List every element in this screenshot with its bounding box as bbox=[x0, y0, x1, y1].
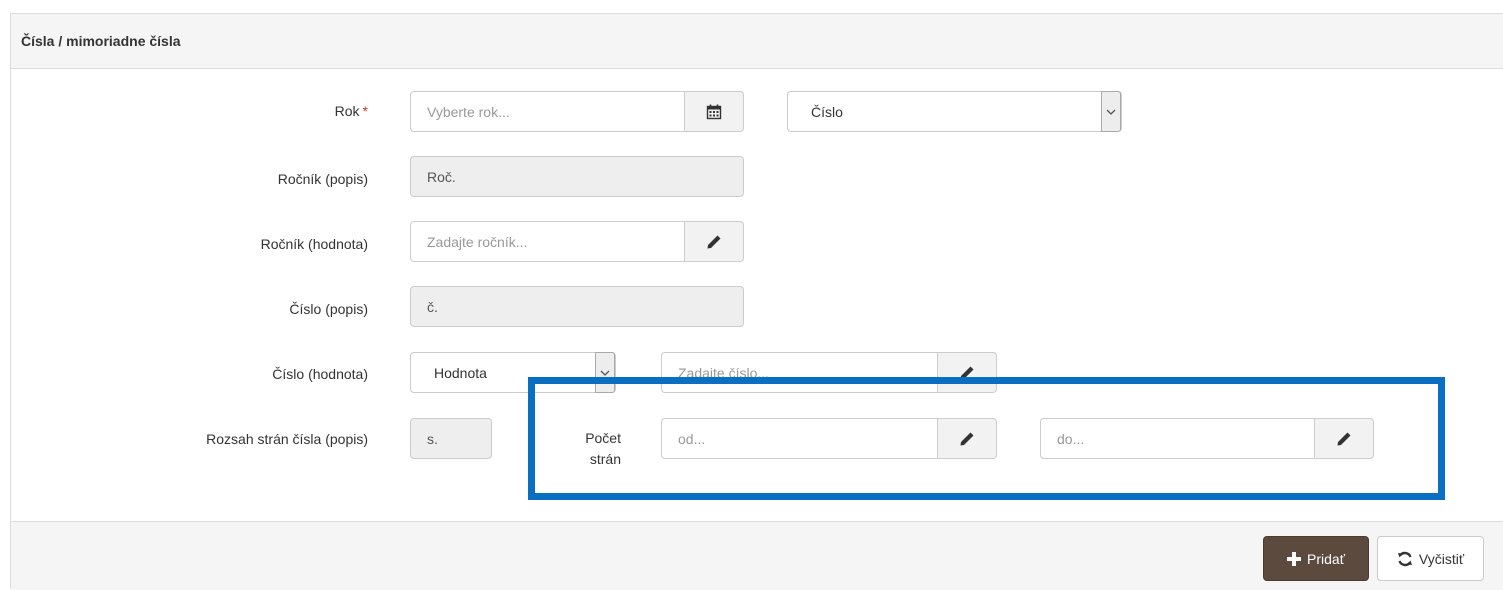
rocnik-input[interactable] bbox=[410, 221, 685, 262]
pocet-label-line2: strán bbox=[589, 451, 621, 467]
cislo-popis-field: č. bbox=[410, 286, 744, 327]
cislo-popis-value: č. bbox=[427, 298, 438, 315]
pencil-icon bbox=[1336, 431, 1352, 447]
cislo-edit-button[interactable] bbox=[937, 352, 997, 393]
rok-label-text: Rok bbox=[334, 103, 360, 119]
pages-from-input[interactable] bbox=[661, 418, 938, 459]
cislo-popis-label: Číslo (popis) bbox=[289, 301, 368, 317]
pages-to-edit-button[interactable] bbox=[1314, 418, 1374, 459]
pencil-icon bbox=[706, 234, 722, 250]
chevron-down-icon bbox=[1101, 91, 1121, 132]
pages-to-input[interactable] bbox=[1040, 418, 1315, 459]
cislo-hodnota-label: Číslo (hodnota) bbox=[272, 366, 368, 382]
required-mark: * bbox=[362, 103, 368, 119]
rocnik-popis-label: Ročník (popis) bbox=[277, 171, 368, 187]
cislo-input[interactable] bbox=[661, 352, 938, 393]
clear-button[interactable]: Vyčistiť bbox=[1377, 536, 1484, 581]
pages-from-edit-button[interactable] bbox=[937, 418, 997, 459]
pencil-icon bbox=[959, 431, 975, 447]
rocnik-hodnota-label: Ročník (hodnota) bbox=[260, 236, 368, 252]
calendar-icon bbox=[706, 104, 722, 120]
number-type-select[interactable]: Číslo bbox=[787, 91, 1122, 132]
number-type-value: Číslo bbox=[811, 103, 843, 120]
chevron-down-icon bbox=[595, 352, 615, 393]
year-input[interactable] bbox=[410, 91, 685, 132]
panel-title: Čísla / mimoriadne čísla bbox=[21, 33, 181, 49]
clear-button-label: Vyčistiť bbox=[1418, 550, 1465, 567]
panel-heading: Čísla / mimoriadne čísla bbox=[11, 14, 1503, 69]
rozsah-label: Rozsah strán čísla (popis) bbox=[206, 431, 368, 447]
calendar-button[interactable] bbox=[684, 91, 744, 132]
pencil-icon bbox=[959, 365, 975, 381]
pocet-stran-label: Počet strán bbox=[545, 428, 621, 470]
cislo-hodnota-select-value: Hodnota bbox=[434, 364, 487, 381]
rocnik-edit-button[interactable] bbox=[684, 221, 744, 262]
add-button[interactable]: Pridať bbox=[1263, 536, 1369, 581]
rozsah-popis-value: s. bbox=[427, 430, 438, 447]
add-button-label: Pridať bbox=[1307, 550, 1345, 567]
rozsah-popis-field: s. bbox=[410, 418, 492, 459]
rocnik-popis-field: Roč. bbox=[410, 156, 744, 197]
cislo-hodnota-select[interactable]: Hodnota bbox=[410, 352, 616, 393]
pocet-label-line1: Počet bbox=[585, 430, 621, 446]
refresh-icon bbox=[1397, 551, 1413, 567]
rocnik-popis-value: Roč. bbox=[427, 168, 456, 185]
rok-label: Rok * bbox=[290, 103, 368, 119]
plus-icon bbox=[1287, 551, 1302, 566]
